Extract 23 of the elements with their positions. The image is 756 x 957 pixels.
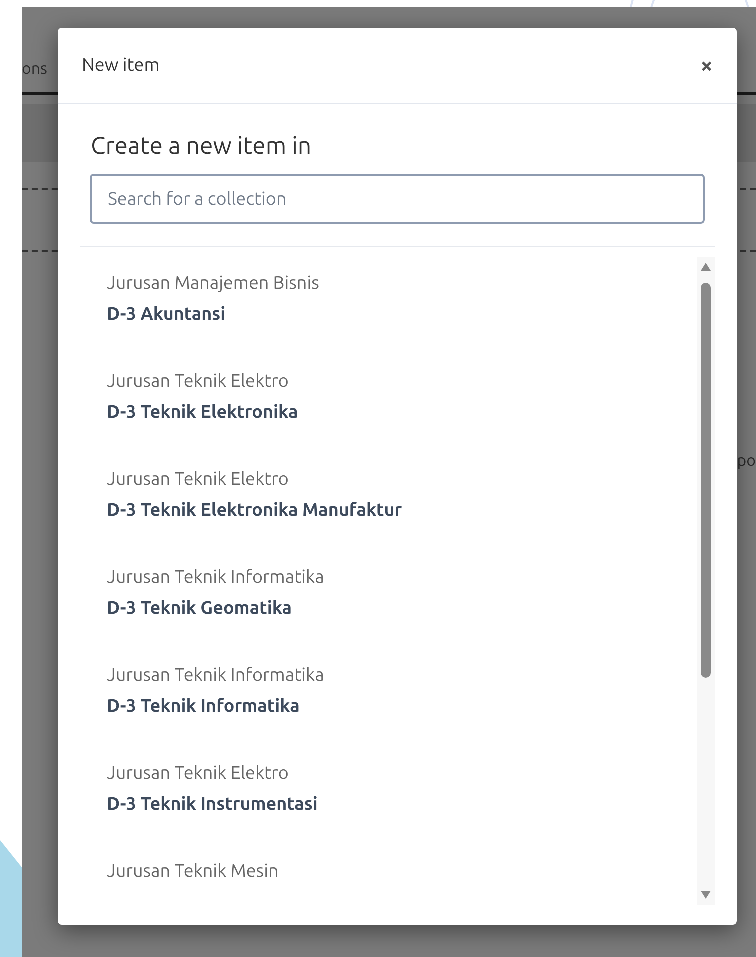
scrollbar-thumb[interactable] — [701, 283, 711, 678]
program-name[interactable]: D-3 Teknik Elektronika — [107, 395, 697, 429]
department-label[interactable]: Jurusan Manajemen Bisnis — [107, 269, 697, 297]
tab-label: ons — [22, 59, 48, 80]
scroll-down-icon[interactable] — [701, 891, 711, 899]
search-field[interactable]: Search for a collection — [90, 174, 705, 224]
program-name[interactable]: D-3 Teknik Instrumentasi — [107, 787, 697, 821]
department-label[interactable]: Jurusan Teknik Mesin — [107, 857, 697, 885]
department-label[interactable]: Jurusan Teknik Elektro — [107, 759, 697, 787]
program-name[interactable]: D-3 Teknik Geomatika — [107, 591, 697, 625]
body-text: po — [737, 451, 756, 472]
department-label[interactable]: Jurusan Teknik Elektro — [107, 465, 697, 493]
department-label[interactable]: Jurusan Teknik Elektro — [107, 367, 697, 395]
scroll-up-icon[interactable] — [701, 263, 711, 271]
dialog-heading: Create a new item in — [91, 131, 313, 161]
dialog-title: New item — [82, 54, 160, 77]
department-label[interactable]: Jurusan Teknik Informatika — [107, 661, 697, 689]
program-name[interactable]: D-3 Teknik Elektronika Manufaktur — [107, 493, 697, 527]
close-button[interactable]: × — [700, 54, 713, 76]
program-name[interactable]: D-3 Teknik Informatika — [107, 689, 697, 723]
department-label[interactable]: Jurusan Teknik Informatika — [107, 563, 697, 591]
scrollbar[interactable] — [697, 257, 715, 905]
program-name[interactable]: D-3 Akuntansi — [107, 297, 697, 331]
